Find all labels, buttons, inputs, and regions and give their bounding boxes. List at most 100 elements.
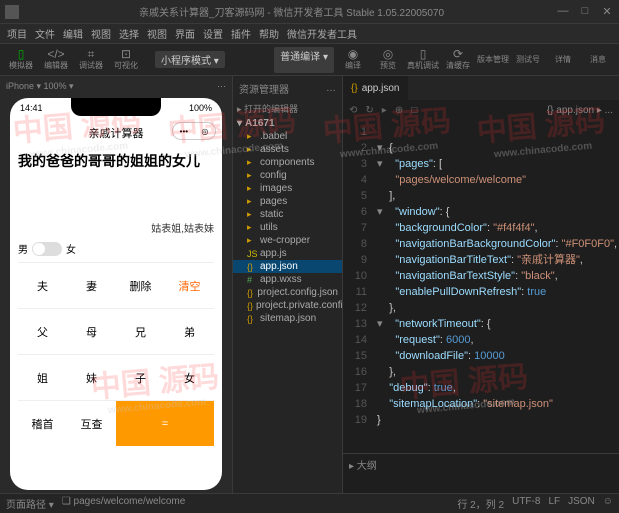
key-son[interactable]: 子 (116, 354, 165, 400)
editor-tab[interactable]: {} app.json (343, 76, 408, 100)
menu-item[interactable]: 微信开发者工具 (285, 26, 359, 41)
answer-text: 姑表姐,姑表妹 (18, 220, 214, 235)
simulator-button[interactable]: ▯模拟器 (5, 47, 37, 73)
clear-cache-button[interactable]: ⟳清缓存 (442, 47, 474, 73)
project-root[interactable]: ▾ A1671 (233, 117, 342, 130)
explorer-title: 资源管理器 (239, 81, 289, 96)
gender-switch-row: 男 女 (18, 241, 214, 256)
gender-male-label: 男 (18, 241, 28, 256)
code-lines[interactable]: ▾{ ▾ "pages": [ "pages/welcome/welcome" … (373, 120, 619, 453)
key-older-sister[interactable]: 姐 (18, 354, 67, 400)
menu-item[interactable]: 编辑 (61, 26, 85, 41)
capsule-close-icon: ◎ (201, 127, 208, 136)
menu-item[interactable]: 界面 (173, 26, 197, 41)
tree-item--babel[interactable]: ▸.babel (233, 130, 342, 143)
debugger-button[interactable]: ⌗调试器 (75, 47, 107, 73)
explorer-more-icon[interactable]: … (326, 83, 336, 94)
message-button[interactable]: 消息 (582, 47, 614, 73)
capsule-button[interactable]: ••• ◎ (172, 122, 216, 140)
key-older-brother[interactable]: 兄 (116, 308, 165, 354)
json-icon: {} (247, 301, 253, 311)
ed-tool-icon[interactable]: □ (411, 105, 417, 116)
menu-item[interactable]: 项目 (5, 26, 29, 41)
ed-tool-icon[interactable]: ↻ (365, 105, 373, 116)
json-icon: {} (247, 262, 257, 272)
maximize-button[interactable]: □ (578, 5, 592, 18)
capsule-menu-icon: ••• (180, 127, 188, 136)
gender-female-label: 女 (66, 241, 76, 256)
key-younger-sister[interactable]: 妹 (67, 354, 116, 400)
tree-item-app-json[interactable]: {}app.json (233, 260, 342, 273)
menu-item[interactable]: 帮助 (257, 26, 281, 41)
key-daughter[interactable]: 女 (165, 354, 214, 400)
menu-item[interactable]: 视图 (145, 26, 169, 41)
tree-item-app-js[interactable]: JSapp.js (233, 247, 342, 260)
key-delete[interactable]: 删除 (116, 262, 165, 308)
key-reverse[interactable]: 互查 (67, 400, 116, 446)
tree-item-pages[interactable]: ▸pages (233, 195, 342, 208)
menu-item[interactable]: 选择 (117, 26, 141, 41)
cursor-position[interactable]: 行 2，列 2 (457, 496, 504, 511)
open-editors-section[interactable]: ▸ 打开的编辑器 (233, 100, 342, 117)
language-mode[interactable]: JSON (568, 496, 595, 511)
menu-item[interactable]: 视图 (89, 26, 113, 41)
ed-tool-icon[interactable]: ⊕ (395, 105, 403, 116)
tree-item-config[interactable]: ▸config (233, 169, 342, 182)
editor-button[interactable]: </>编辑器 (40, 47, 72, 73)
menu-item[interactable]: 插件 (229, 26, 253, 41)
app-logo-icon (5, 5, 19, 19)
status-bar: 页面路径 ▾ ❏ pages/welcome/welcome 行 2，列 2 U… (0, 493, 619, 513)
mode-dropdown[interactable]: 小程序模式 ▾ (155, 51, 225, 68)
device-select[interactable]: iPhone ▾ 100% ▾ (6, 81, 74, 92)
compile-dropdown[interactable]: 普通编译 ▾ (274, 47, 334, 73)
tree-item-static[interactable]: ▸static (233, 208, 342, 221)
visual-button[interactable]: ⊡可视化 (110, 47, 142, 73)
tree-item-components[interactable]: ▸components (233, 156, 342, 169)
tree-item-project-config-json[interactable]: {}project.config.json (233, 286, 342, 299)
breadcrumb[interactable]: {} app.json ▸ ... (547, 105, 613, 116)
menu-item[interactable]: 文件 (33, 26, 57, 41)
key-clear[interactable]: 清空 (165, 262, 214, 308)
close-button[interactable]: ✕ (600, 5, 614, 18)
tree-item-project-private-config-json[interactable]: {}project.private.config.json (233, 299, 342, 312)
phone-icon: ▯ (18, 48, 25, 60)
vcs-button[interactable]: 版本管理 (477, 47, 509, 73)
tree-item-images[interactable]: ▸images (233, 182, 342, 195)
key-father[interactable]: 父 (18, 308, 67, 354)
key-mother[interactable]: 母 (67, 308, 116, 354)
editor-toolbar: ⟲ ↻ ▸ ⊕ □ {} app.json ▸ ... (343, 100, 619, 120)
tree-item-assets[interactable]: ▸assets (233, 143, 342, 156)
json-icon: {} (247, 288, 254, 298)
tree-item-we-cropper[interactable]: ▸we-cropper (233, 234, 342, 247)
tree-item-app-wxss[interactable]: #app.wxss (233, 273, 342, 286)
page-path-value[interactable]: ❏ pages/welcome/welcome (62, 496, 185, 511)
encoding[interactable]: UTF-8 (512, 496, 540, 511)
ed-tool-icon[interactable]: ▸ (382, 105, 387, 116)
file-tree: ▾ A1671 ▸.babel▸assets▸components▸config… (233, 117, 342, 493)
ed-tool-icon[interactable]: ⟲ (349, 105, 357, 116)
key-wife[interactable]: 妻 (67, 262, 116, 308)
realdev-button[interactable]: ▯真机调试 (407, 47, 439, 73)
feedback-icon[interactable]: ☺ (603, 496, 613, 511)
page-path-label[interactable]: 页面路径 ▾ (6, 496, 54, 511)
eol[interactable]: LF (548, 496, 560, 511)
code-area[interactable]: 12345678910111213141516171819 ▾{ ▾ "page… (343, 120, 619, 453)
key-husband[interactable]: 夫 (18, 262, 67, 308)
compile-button[interactable]: ◉编译 (337, 47, 369, 73)
menu-item[interactable]: 设置 (201, 26, 225, 41)
outline-tab[interactable]: ▸ 大纲 (349, 457, 377, 472)
folder-icon: ▸ (247, 196, 257, 207)
key-equals[interactable]: = (116, 400, 214, 446)
code-editor-panel: {} app.json ⟲ ↻ ▸ ⊕ □ {} app.json ▸ ... … (343, 76, 619, 493)
key-extra1[interactable]: 稽首 (18, 400, 67, 446)
key-younger-brother[interactable]: 弟 (165, 308, 214, 354)
test-button[interactable]: 测试号 (512, 47, 544, 73)
gender-switch[interactable] (32, 242, 62, 256)
mini-program-title: 亲戚计算器 (89, 125, 144, 141)
preview-button[interactable]: ◎预览 (372, 47, 404, 73)
minimize-button[interactable]: — (556, 5, 570, 18)
details-button[interactable]: 详情 (547, 47, 579, 73)
sim-tools-icon[interactable]: ⋯ (217, 81, 226, 92)
tree-item-sitemap-json[interactable]: {}sitemap.json (233, 312, 342, 325)
tree-item-utils[interactable]: ▸utils (233, 221, 342, 234)
